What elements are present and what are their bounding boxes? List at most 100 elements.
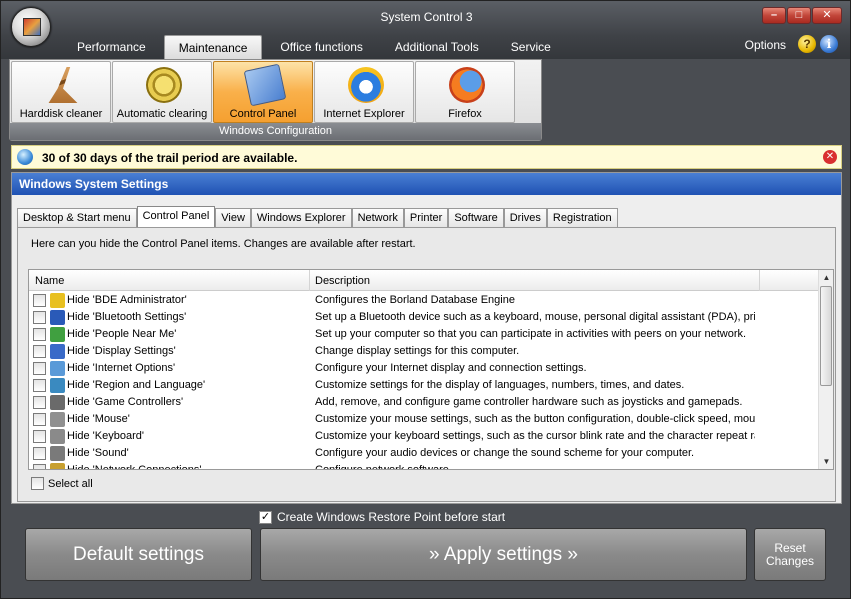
help-icon[interactable]: ? [798,35,816,53]
scroll-thumb[interactable] [820,286,832,386]
column-header-name[interactable]: Name [35,275,64,287]
row-checkbox[interactable] [33,345,46,358]
clock-icon [146,67,182,103]
broom-icon [48,67,78,103]
control-panel-tab-body: Here can you hide the Control Panel item… [17,227,836,502]
row-checkbox[interactable] [33,396,46,409]
close-icon[interactable]: ✕ [823,150,837,164]
control-panel-item-icon [50,429,65,444]
tab-maintenance[interactable]: Maintenance [163,35,263,59]
list-item[interactable]: Hide 'Internet Options' Configure your In… [29,360,819,377]
column-divider[interactable] [759,270,760,291]
automatic-clearing-button[interactable]: Automatic clearing [112,61,212,123]
list-item[interactable]: Hide 'Bluetooth Settings' Set up a Blueto… [29,309,819,326]
list-item[interactable]: Hide 'Region and Language' Customize sett… [29,377,819,394]
ribbon-button-label: Control Panel [229,108,297,120]
restore-point-checkbox[interactable]: ✓ [259,510,272,524]
ribbon-button-label: Internet Explorer [323,108,405,120]
reset-changes-button[interactable]: Reset Changes [754,528,826,581]
internet-explorer-button[interactable]: Internet Explorer [314,61,414,123]
row-name: Hide 'Keyboard' [67,430,144,442]
settings-panel: Windows System Settings Desktop & Start … [11,172,842,504]
row-checkbox[interactable] [33,294,46,307]
info-globe-icon [17,149,33,165]
info-icon[interactable]: i [820,35,838,53]
tab-printer[interactable]: Printer [403,208,449,227]
tab-service[interactable]: Service [497,35,565,59]
tab-additional-tools[interactable]: Additional Tools [381,35,493,59]
ribbon-button-label: Automatic clearing [116,108,208,120]
minimize-button[interactable]: – [762,7,786,24]
list-item[interactable]: Hide 'Mouse' Customize your mouse setting… [29,411,819,428]
close-button[interactable]: ✕ [812,7,842,24]
harddisk-cleaner-button[interactable]: Harddisk cleaner [11,61,111,123]
control-panel-item-icon [50,344,65,359]
apply-settings-button[interactable]: » Apply settings » [260,528,747,581]
scroll-down-arrow-icon[interactable]: ▼ [819,454,834,469]
scroll-up-arrow-icon[interactable]: ▲ [819,270,834,285]
ribbon-buttons: Harddisk cleaner Automatic clearing Cont… [11,61,516,123]
row-description: Configure your Internet display and conn… [315,362,587,374]
control-panel-item-icon [50,378,65,393]
row-checkbox[interactable] [33,464,46,469]
row-name: Hide 'Internet Options' [67,362,176,374]
column-divider[interactable] [309,270,310,291]
list-item[interactable]: Hide 'People Near Me' Set up your compute… [29,326,819,343]
row-checkbox[interactable] [33,413,46,426]
row-checkbox[interactable] [33,311,46,324]
tab-performance[interactable]: Performance [63,35,160,59]
list-item[interactable]: Hide 'Sound' Configure your audio devices… [29,445,819,462]
row-checkbox[interactable] [33,379,46,392]
restore-point-option[interactable]: ✓ Create Windows Restore Point before st… [259,510,505,524]
row-description: Configures the Borland Database Engine [315,294,515,306]
list-item[interactable]: Hide 'Network Connections' Configure netw… [29,462,819,469]
trial-text: 30 of 30 days of the trail period are av… [42,151,298,165]
row-description: Configure your audio devices or change t… [315,447,695,459]
row-description: Customize your mouse settings, such as t… [315,413,755,425]
row-name: Hide 'People Near Me' [67,328,177,340]
tab-control-panel[interactable]: Control Panel [136,206,216,227]
tab-view[interactable]: View [215,208,251,227]
tab-office-functions[interactable]: Office functions [266,35,377,59]
row-checkbox[interactable] [33,362,46,375]
control-panel-item-icon [50,412,65,427]
row-description: Customize your keyboard settings, such a… [315,430,755,442]
firefox-button[interactable]: Firefox [415,61,515,123]
default-settings-button[interactable]: Default settings [25,528,252,581]
row-checkbox[interactable] [33,447,46,460]
ie-icon [348,67,384,103]
ribbon-button-label: Firefox [448,108,482,120]
tab-desktop-start-menu[interactable]: Desktop & Start menu [17,208,137,227]
select-all-checkbox[interactable] [31,477,44,490]
ribbon-button-label: Harddisk cleaner [19,108,103,120]
control-panel-item-icon [50,395,65,410]
control-panel-items-list: Name Description Hide 'BDE Administrator… [28,269,834,470]
list-rows: Hide 'BDE Administrator' Configures the B… [29,292,819,469]
control-panel-button[interactable]: Control Panel [213,61,313,123]
list-item[interactable]: Hide 'Display Settings' Change display se… [29,343,819,360]
row-description: Customize settings for the display of la… [315,379,685,391]
tab-windows-explorer[interactable]: Windows Explorer [250,208,352,227]
window-controls: – □ ✕ [762,7,842,24]
column-header-description[interactable]: Description [315,275,370,287]
list-item[interactable]: Hide 'Keyboard' Customize your keyboard s… [29,428,819,445]
list-item[interactable]: Hide 'BDE Administrator' Configures the B… [29,292,819,309]
options-link[interactable]: Options [745,38,786,52]
row-checkbox[interactable] [33,430,46,443]
list-item[interactable]: Hide 'Game Controllers' Add, remove, and … [29,394,819,411]
row-description: Set up your computer so that you can par… [315,328,747,340]
control-panel-item-icon [50,310,65,325]
trial-notice-bar: 30 of 30 days of the trail period are av… [11,145,842,169]
tab-registration[interactable]: Registration [546,208,618,227]
tab-drives[interactable]: Drives [503,208,547,227]
control-panel-item-icon [50,293,65,308]
maximize-button[interactable]: □ [787,7,811,24]
row-name: Hide 'Network Connections' [67,464,201,469]
row-checkbox[interactable] [33,328,46,341]
tab-network[interactable]: Network [351,208,404,227]
panel-title: Windows System Settings [12,173,841,195]
select-all[interactable]: Select all [31,477,93,490]
control-panel-icon [243,63,287,107]
list-scrollbar[interactable]: ▲ ▼ [818,270,833,469]
tab-software[interactable]: Software [448,208,504,227]
